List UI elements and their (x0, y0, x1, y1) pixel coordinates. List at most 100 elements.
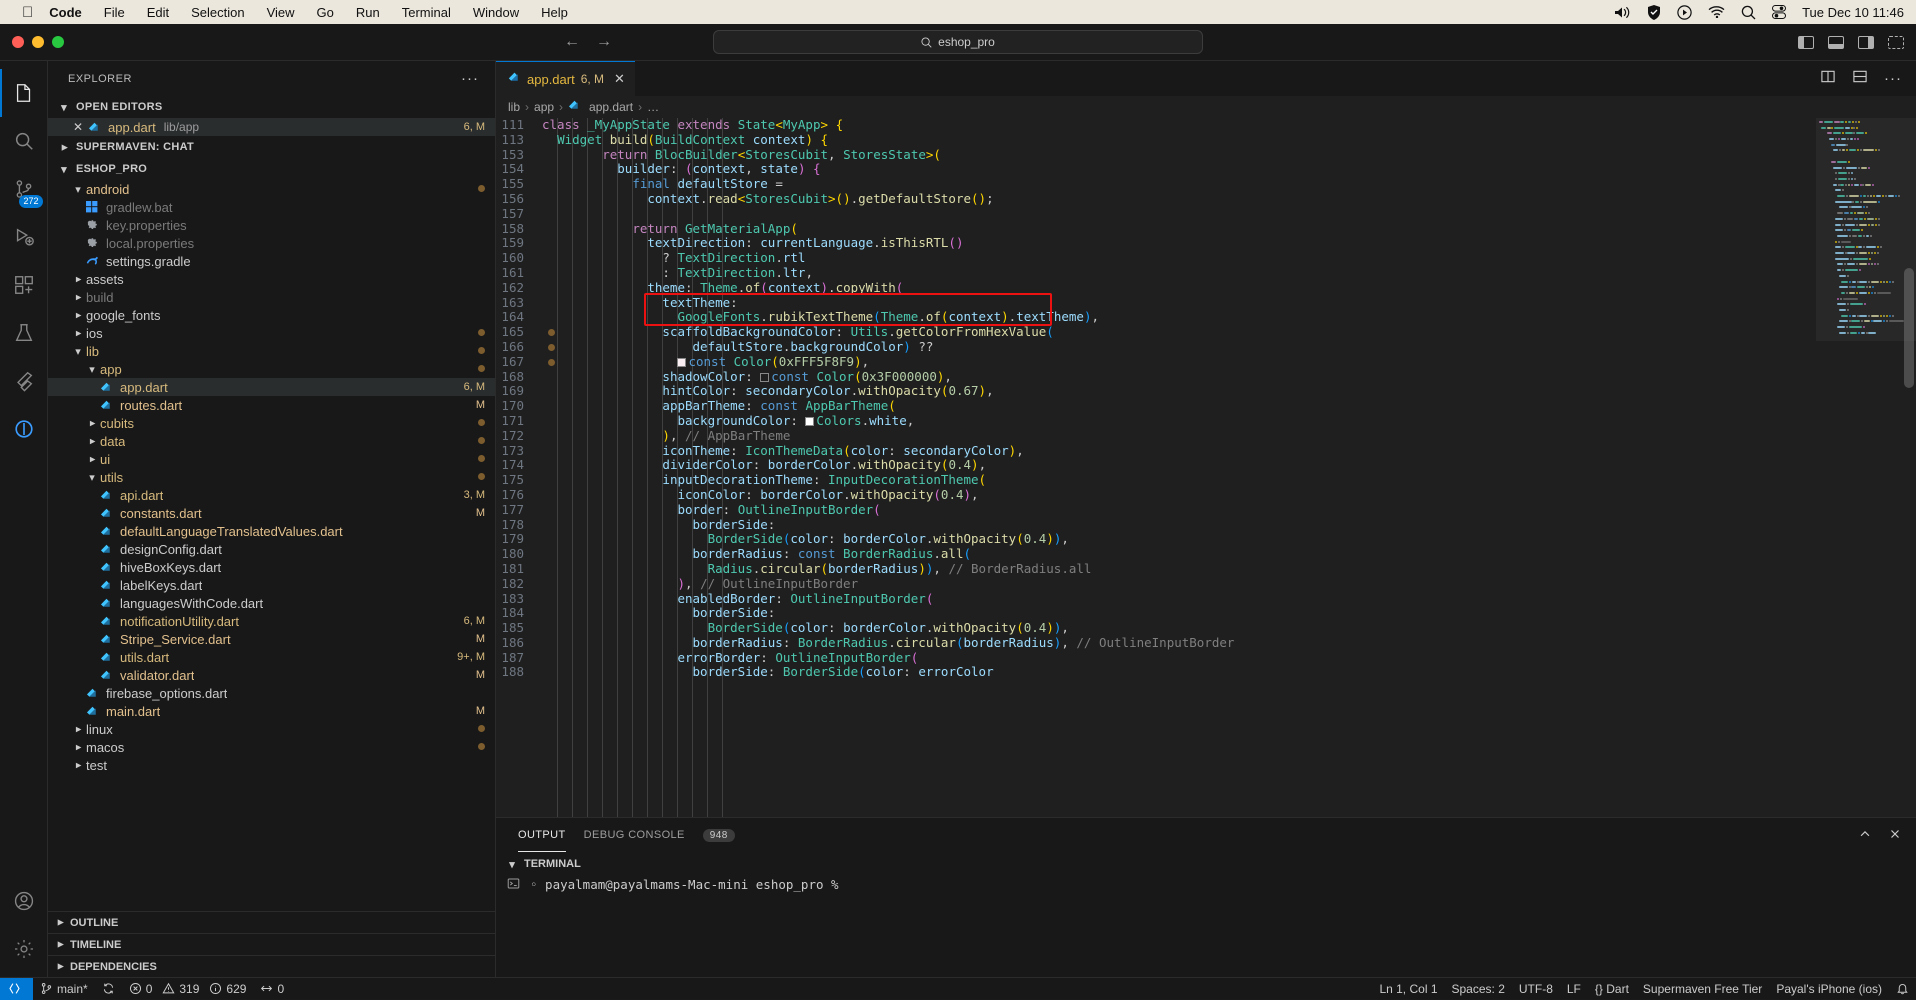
code-line[interactable]: 163 textTheme: (496, 295, 1816, 311)
terminal-body[interactable]: ◦ payalmam@payalmams-Mac-mini eshop_pro … (496, 875, 1916, 977)
chevron-down-icon[interactable]: ▾ (70, 183, 86, 196)
menu-item-help[interactable]: Help (541, 5, 568, 20)
chevron-down-icon[interactable]: ▾ (70, 345, 86, 358)
more-actions-icon[interactable]: ··· (1884, 70, 1902, 87)
spotlight-search-icon[interactable] (1741, 5, 1756, 20)
status-device-target[interactable]: Payal's iPhone (ios) (1769, 978, 1889, 1000)
activity-bar-item-flutter[interactable] (0, 357, 48, 405)
code-line[interactable]: 179 BorderSide(color: borderColor.withOp… (496, 531, 1816, 547)
tree-file-app.dart[interactable]: app.dart 6, M (48, 378, 495, 396)
menu-item-window[interactable]: Window (473, 5, 519, 20)
minimize-window-button[interactable] (32, 36, 44, 48)
tree-folder-data[interactable]: ▾ data (48, 432, 495, 450)
panel-tab-output[interactable]: OUTPUT (518, 829, 566, 852)
layout-editor-icon[interactable] (1852, 69, 1868, 89)
toggle-primary-sidebar-icon[interactable] (1798, 35, 1814, 49)
tree-file-defaultLanguageTranslatedValues.dart[interactable]: defaultLanguageTranslatedValues.dart (48, 522, 495, 540)
section-supermaven-chat[interactable]: ▾ SUPERMAVEN: CHAT (48, 136, 495, 158)
tree-folder-linux[interactable]: ▾ linux (48, 720, 495, 738)
code-line[interactable]: 156 context.read<StoresCubit>().getDefau… (496, 191, 1816, 207)
go-back-icon[interactable]: ← (564, 33, 580, 51)
code-line[interactable]: 187 errorBorder: OutlineInputBorder( (496, 650, 1816, 666)
tree-file-hiveBoxKeys.dart[interactable]: hiveBoxKeys.dart (48, 558, 495, 576)
activity-bar-item-accounts[interactable] (0, 877, 48, 925)
tree-folder-test[interactable]: ▾ test (48, 756, 495, 774)
chevron-right-icon[interactable]: ▾ (86, 415, 99, 431)
chevron-up-icon[interactable] (1858, 827, 1872, 844)
control-center-icon[interactable] (1772, 5, 1787, 19)
code-line[interactable]: 168 shadowColor: const Color(0x3F000000)… (496, 369, 1816, 385)
go-forward-icon[interactable]: → (596, 33, 612, 51)
chevron-right-icon[interactable]: ▾ (72, 721, 85, 737)
code-line[interactable]: 174 dividerColor: borderColor.withOpacit… (496, 457, 1816, 473)
close-window-button[interactable] (12, 36, 24, 48)
tree-file-main.dart[interactable]: main.dart M (48, 702, 495, 720)
tree-folder-app[interactable]: ▾ app (48, 360, 495, 378)
activity-bar-item-settings[interactable] (0, 925, 48, 973)
chevron-right-icon[interactable]: ▾ (72, 289, 85, 305)
chevron-right-icon[interactable]: ▾ (54, 937, 67, 953)
tree-folder-macos[interactable]: ▾ macos (48, 738, 495, 756)
activity-bar-item-testing[interactable] (0, 309, 48, 357)
menu-item-terminal[interactable]: Terminal (402, 5, 451, 20)
code-line[interactable]: 186 borderRadius: BorderRadius.circular(… (496, 635, 1816, 651)
code-line[interactable]: 180 borderRadius: const BorderRadius.all… (496, 546, 1816, 562)
code-line[interactable]: 153 return BlocBuilder<StoresCubit, Stor… (496, 147, 1816, 163)
code-line[interactable]: 182 ), // OutlineInputBorder (496, 576, 1816, 592)
breadcrumb-segment[interactable]: lib (508, 100, 520, 114)
sidebar-section-dependencies[interactable]: ▾ DEPENDENCIES (48, 955, 495, 977)
code-line[interactable]: 157 (496, 206, 1816, 222)
tree-file-validator.dart[interactable]: validator.dart M (48, 666, 495, 684)
close-icon[interactable]: ✕ (614, 71, 625, 87)
chevron-right-icon[interactable]: ▾ (72, 739, 85, 755)
tree-file-firebase_options.dart[interactable]: firebase_options.dart (48, 684, 495, 702)
chevron-down-icon[interactable]: ▾ (84, 363, 100, 376)
editor-tab-app-dart[interactable]: app.dart 6, M ✕ (496, 61, 635, 96)
activity-bar-item-supermaven[interactable] (0, 405, 48, 453)
menu-item-file[interactable]: File (104, 5, 125, 20)
tree-file-languagesWithCode.dart[interactable]: languagesWithCode.dart (48, 594, 495, 612)
status-encoding[interactable]: UTF-8 (1512, 978, 1560, 1000)
status-notifications[interactable] (1889, 978, 1916, 1000)
remote-indicator[interactable] (0, 977, 33, 1000)
code-line[interactable]: 167 const Color(0xFFF5F8F9), (496, 354, 1816, 370)
volume-icon[interactable] (1614, 6, 1631, 19)
terminal-section-header[interactable]: ▾ TERMINAL (496, 853, 1916, 875)
tree-folder-lib[interactable]: ▾ lib (48, 342, 495, 360)
status-indentation[interactable]: Spaces: 2 (1445, 978, 1512, 1000)
tree-folder-build[interactable]: ▾ build (48, 288, 495, 306)
code-line[interactable]: 154 builder: (context, state) { (496, 161, 1816, 177)
panel-tab-debug-console[interactable]: DEBUG CONSOLE (584, 829, 685, 843)
code-line[interactable]: 175 inputDecorationTheme: InputDecoratio… (496, 472, 1816, 488)
chevron-right-icon[interactable]: ▾ (72, 271, 85, 287)
code-line[interactable]: 177 border: OutlineInputBorder( (496, 502, 1816, 518)
breadcrumb-segment[interactable]: … (647, 100, 659, 114)
chevron-right-icon[interactable]: ▾ (54, 915, 67, 931)
code-line[interactable]: 111 class _MyAppState extends State<MyApp… (496, 118, 1816, 133)
chevron-right-icon[interactable]: ▾ (54, 959, 67, 975)
breadcrumb-segment[interactable]: app.dart (589, 100, 633, 114)
chevron-right-icon[interactable]: ▾ (72, 325, 85, 341)
menu-item-code[interactable]: Code (49, 5, 82, 20)
code-line[interactable]: 185 BorderSide(color: borderColor.withOp… (496, 620, 1816, 636)
tree-folder-google_fonts[interactable]: ▾ google_fonts (48, 306, 495, 324)
menu-item-view[interactable]: View (267, 5, 295, 20)
status-branch[interactable]: main* (33, 978, 95, 1000)
code-line[interactable]: 173 iconTheme: IconThemeData(color: seco… (496, 443, 1816, 459)
code-lines-container[interactable]: 111 class _MyAppState extends State<MyApp… (496, 118, 1816, 817)
code-line[interactable]: 159 textDirection: currentLanguage.isThi… (496, 235, 1816, 251)
activity-bar-item-extensions[interactable] (0, 261, 48, 309)
play-circle-icon[interactable] (1677, 4, 1692, 20)
tree-folder-ios[interactable]: ▾ ios (48, 324, 495, 342)
menu-item-go[interactable]: Go (317, 5, 334, 20)
open-editor-item[interactable]: ✕ app.dart lib/app 6, M (48, 118, 495, 136)
sidebar-section-timeline[interactable]: ▾ TIMELINE (48, 933, 495, 955)
tree-folder-ui[interactable]: ▾ ui (48, 450, 495, 468)
editor-scrollbar[interactable] (1902, 118, 1916, 817)
chevron-right-icon[interactable]: ▾ (86, 433, 99, 449)
sidebar-section-outline[interactable]: ▾ OUTLINE (48, 911, 495, 933)
activity-bar-item-source-control[interactable]: 272 (0, 165, 48, 213)
tree-file-settings.gradle[interactable]: settings.gradle (48, 252, 495, 270)
code-editor-area[interactable]: 111 class _MyAppState extends State<MyApp… (496, 118, 1916, 817)
breadcrumb-segment[interactable]: app (534, 100, 554, 114)
